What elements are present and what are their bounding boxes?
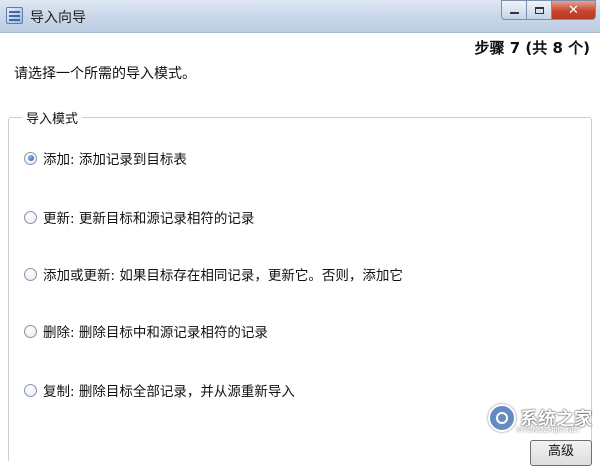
radio-option-add[interactable]: 添加: 添加记录到目标表 [24, 148, 187, 168]
instruction-text: 请选择一个所需的导入模式。 [14, 66, 196, 82]
radio-button-delete[interactable] [24, 324, 37, 338]
watermark: 系统之家 XITONGZHIJIA.NET [488, 404, 592, 434]
step-indicator: 步骤 7 (共 8 个) [474, 39, 590, 57]
radio-option-copy[interactable]: 复制: 删除目标全部记录，并从源重新导入 [24, 380, 295, 400]
minimize-button[interactable] [501, 0, 527, 20]
minimize-icon [509, 12, 519, 14]
title-bar[interactable]: 导入向导 ✕ [0, 0, 600, 33]
watermark-subtext: XITONGZHIJIA.NET [516, 426, 581, 434]
advanced-button[interactable]: 高级 [530, 440, 592, 466]
radio-option-update[interactable]: 更新: 更新目标和源记录相符的记录 [24, 207, 254, 227]
window-title: 导入向导 [30, 10, 86, 26]
radio-option-add-or-update[interactable]: 添加或更新: 如果目标存在相同记录，更新它。否则，添加它 [24, 264, 403, 284]
radio-button-copy[interactable] [24, 383, 37, 397]
radio-label-copy: 复制: 删除目标全部记录，并从源重新导入 [43, 384, 295, 400]
radio-button-update[interactable] [24, 210, 37, 224]
radio-label-update: 更新: 更新目标和源记录相符的记录 [43, 211, 255, 227]
close-button[interactable]: ✕ [552, 0, 596, 20]
maximize-icon [534, 6, 544, 14]
watermark-logo-icon [488, 404, 516, 432]
import-wizard-icon [6, 7, 23, 24]
radio-label-add-or-update: 添加或更新: 如果目标存在相同记录，更新它。否则，添加它 [43, 268, 403, 284]
radio-label-delete: 删除: 删除目标中和源记录相符的记录 [43, 325, 268, 341]
radio-button-add[interactable] [24, 151, 37, 165]
import-mode-legend: 导入模式 [22, 108, 83, 127]
radio-option-delete[interactable]: 删除: 删除目标中和源记录相符的记录 [24, 321, 268, 341]
caption-buttons: ✕ [501, 0, 596, 20]
maximize-button[interactable] [527, 0, 552, 20]
radio-label-add: 添加: 添加记录到目标表 [43, 152, 187, 168]
radio-button-add-or-update[interactable] [24, 267, 37, 281]
close-icon: ✕ [568, 2, 579, 18]
